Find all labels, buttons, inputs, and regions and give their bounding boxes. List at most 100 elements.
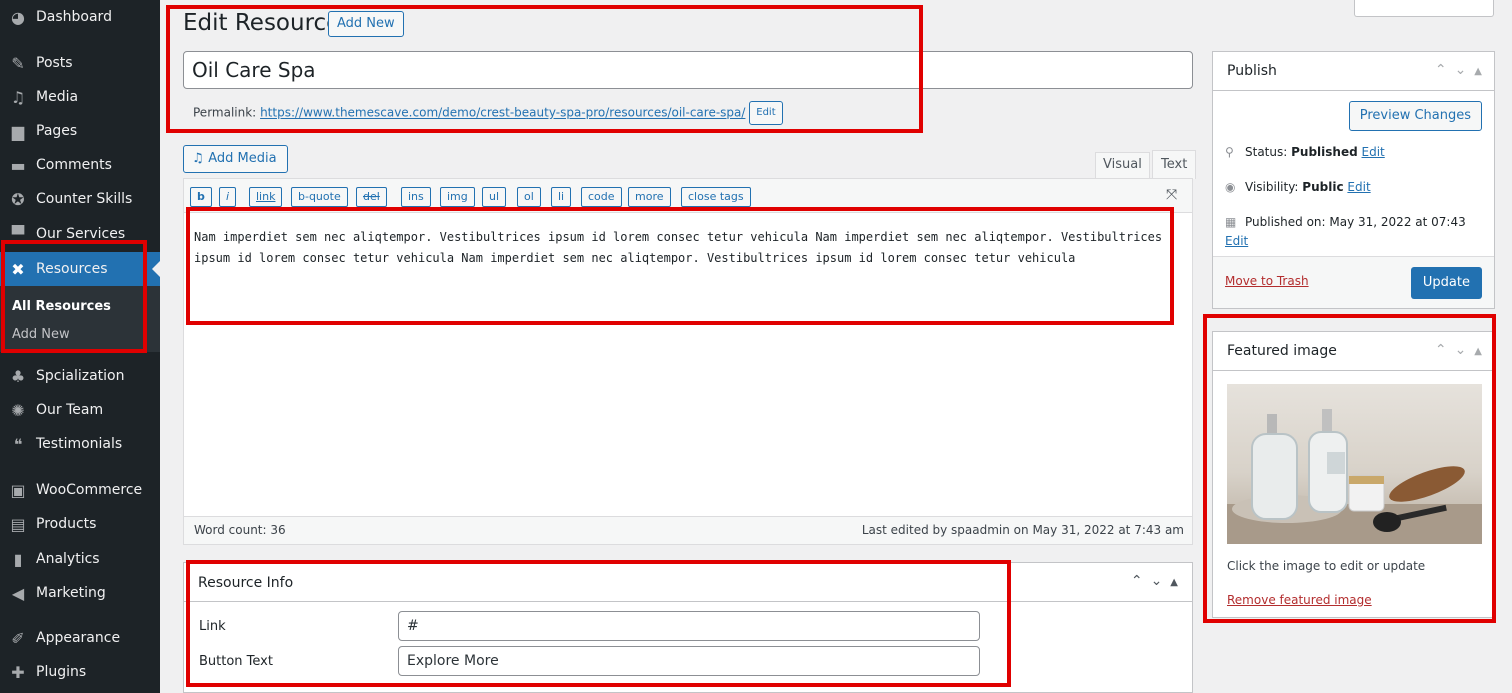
move-down-icon[interactable]: ⌄ <box>1455 62 1467 78</box>
tab-text[interactable]: Text <box>1152 150 1197 179</box>
text-editor: b i link b-quote del ins img ul ol li co… <box>183 178 1193 545</box>
menu-label: Our Team <box>36 402 104 418</box>
qt-link-button[interactable]: link <box>249 187 283 207</box>
dashboard-icon: ◕ <box>11 7 25 27</box>
toggle-panel-icon[interactable]: ▲ <box>1474 66 1482 77</box>
link-label: Link <box>199 619 226 634</box>
publish-metabox: Publish ⌃ ⌄ ▲ Preview Changes ⚲ Status: Pub… <box>1212 51 1495 309</box>
menu-our-team[interactable]: ✺ Our Team <box>0 393 160 427</box>
move-to-trash-link[interactable]: Move to Trash <box>1225 274 1309 288</box>
qt-close-tags-button[interactable]: close tags <box>681 187 751 207</box>
button-text-input[interactable]: Explore More <box>398 646 980 676</box>
resources-submenu: All Resources Add New <box>0 286 160 352</box>
menu-plugins[interactable]: ✚ Plugins <box>0 655 160 689</box>
counter-icon: ✪ <box>11 189 25 209</box>
move-up-icon[interactable]: ⌃ <box>1131 573 1143 589</box>
publish-controls: ⌃ ⌄ ▲ <box>1427 62 1482 78</box>
featured-image-controls: ⌃ ⌄ ▲ <box>1427 342 1482 358</box>
post-title-input[interactable]: Oil Care Spa <box>183 51 1193 89</box>
menu-dashboard[interactable]: ◕ Dashboard <box>0 0 160 34</box>
preview-changes-button[interactable]: Preview Changes <box>1348 101 1482 131</box>
current-menu-arrow <box>152 261 160 277</box>
menu-testimonials[interactable]: ❝ Testimonials <box>0 427 160 461</box>
qt-code-button[interactable]: code <box>581 187 622 207</box>
brush-icon: ✐ <box>11 628 25 648</box>
submenu-all-resources[interactable]: All Resources <box>12 299 111 314</box>
qt-del-button[interactable]: del <box>356 187 387 207</box>
qt-ol-button[interactable]: ol <box>517 187 541 207</box>
visibility-edit-link[interactable]: Edit <box>1347 180 1370 194</box>
permalink-row: Permalink: https://www.themescave.com/de… <box>193 101 783 125</box>
featured-image-metabox: Featured image ⌃ ⌄ ▲ Click the image to ed… <box>1212 331 1495 618</box>
status-label: Status: <box>1245 145 1288 159</box>
menu-label: Dashboard <box>36 9 112 25</box>
menu-our-services[interactable]: ▀ Our Services <box>0 217 160 251</box>
divider <box>1213 370 1494 371</box>
groups-icon: ✺ <box>11 400 25 420</box>
resource-info-metabox: Resource Info ⌃ ⌄ ▲ Link # Button Text Exp… <box>183 562 1193 693</box>
move-up-icon[interactable]: ⌃ <box>1435 62 1447 78</box>
publish-actions: Move to Trash Update <box>1213 256 1494 308</box>
pin-icon: ⚲ <box>1225 145 1234 159</box>
move-down-icon[interactable]: ⌄ <box>1455 342 1467 358</box>
menu-spcialization[interactable]: ♣ Spcialization <box>0 359 160 393</box>
toggle-panel-icon[interactable]: ▲ <box>1474 346 1482 357</box>
permalink-link[interactable]: https://www.themescave.com/demo/crest-be… <box>260 106 745 120</box>
editor-content[interactable]: Nam imperdiet sem nec aliqtempor. Vestib… <box>194 227 1164 269</box>
visibility-label: Visibility: <box>1245 180 1299 194</box>
screen-options-tab[interactable] <box>1354 0 1494 17</box>
menu-products[interactable]: ▤ Products <box>0 507 160 541</box>
menu-counter-skills[interactable]: ✪ Counter Skills <box>0 182 160 216</box>
menu-analytics[interactable]: ▮ Analytics <box>0 542 160 576</box>
qt-li-button[interactable]: li <box>551 187 572 207</box>
products-icon: ▤ <box>10 514 26 534</box>
published-on-edit-link[interactable]: Edit <box>1225 234 1248 248</box>
qt-img-button[interactable]: img <box>440 187 475 207</box>
toggle-panel-icon[interactable]: ▲ <box>1170 577 1178 588</box>
menu-resources[interactable]: ✖ Resources <box>0 252 160 286</box>
media-icon: ♫ <box>192 151 209 166</box>
add-media-button[interactable]: ♫ Add Media <box>183 145 288 173</box>
calendar-icon: ▦ <box>1225 215 1237 229</box>
metabox-controls: ⌃ ⌄ ▲ <box>1123 573 1178 589</box>
menu-woocommerce[interactable]: ▣ WooCommerce <box>0 473 160 507</box>
update-button[interactable]: Update <box>1410 267 1482 299</box>
media-icon: ♫ <box>10 87 26 107</box>
featured-image-caption: Click the image to edit or update <box>1227 559 1426 573</box>
qt-italic-button[interactable]: i <box>219 187 237 207</box>
menu-posts[interactable]: ✎ Posts <box>0 46 160 80</box>
menu-comments[interactable]: ▬ Comments <box>0 148 160 182</box>
menu-label: Media <box>36 89 79 105</box>
menu-label: Comments <box>36 157 112 173</box>
qt-bquote-button[interactable]: b-quote <box>291 187 348 207</box>
fullscreen-icon[interactable]: ⤧ <box>1166 187 1177 203</box>
move-down-icon[interactable]: ⌄ <box>1151 573 1163 589</box>
menu-marketing[interactable]: ◀ Marketing <box>0 576 160 610</box>
pages-icon: ▆ <box>11 121 25 141</box>
menu-label: Appearance <box>36 630 121 646</box>
remove-featured-image-link[interactable]: Remove featured image <box>1227 593 1372 607</box>
link-input[interactable]: # <box>398 611 980 641</box>
menu-appearance[interactable]: ✐ Appearance <box>0 621 160 655</box>
status-edit-link[interactable]: Edit <box>1362 145 1385 159</box>
add-new-button[interactable]: Add New <box>328 11 404 37</box>
menu-label: Products <box>36 516 97 532</box>
menu-media[interactable]: ♫ Media <box>0 80 160 114</box>
tab-visual[interactable]: Visual <box>1095 152 1150 178</box>
qt-ins-button[interactable]: ins <box>401 187 431 207</box>
qt-bold-button[interactable]: b <box>190 187 212 207</box>
qt-ul-button[interactable]: ul <box>482 187 507 207</box>
permalink-edit-button[interactable]: Edit <box>749 101 783 125</box>
qt-more-button[interactable]: more <box>628 187 671 207</box>
services-icon: ▀ <box>11 224 25 244</box>
menu-pages[interactable]: ▆ Pages <box>0 114 160 148</box>
status-row: ⚲ Status: Published Edit <box>1225 145 1385 159</box>
woo-icon: ▣ <box>10 480 26 500</box>
featured-image-thumbnail[interactable] <box>1227 384 1482 544</box>
button-text-label: Button Text <box>199 654 273 669</box>
published-on-text: Published on: May 31, 2022 at 07:43 <box>1245 215 1466 229</box>
last-edited: Last edited by spaadmin on May 31, 2022 … <box>861 523 1184 537</box>
megaphone-icon: ◀ <box>11 583 25 603</box>
submenu-add-new[interactable]: Add New <box>12 327 70 342</box>
move-up-icon[interactable]: ⌃ <box>1435 342 1447 358</box>
